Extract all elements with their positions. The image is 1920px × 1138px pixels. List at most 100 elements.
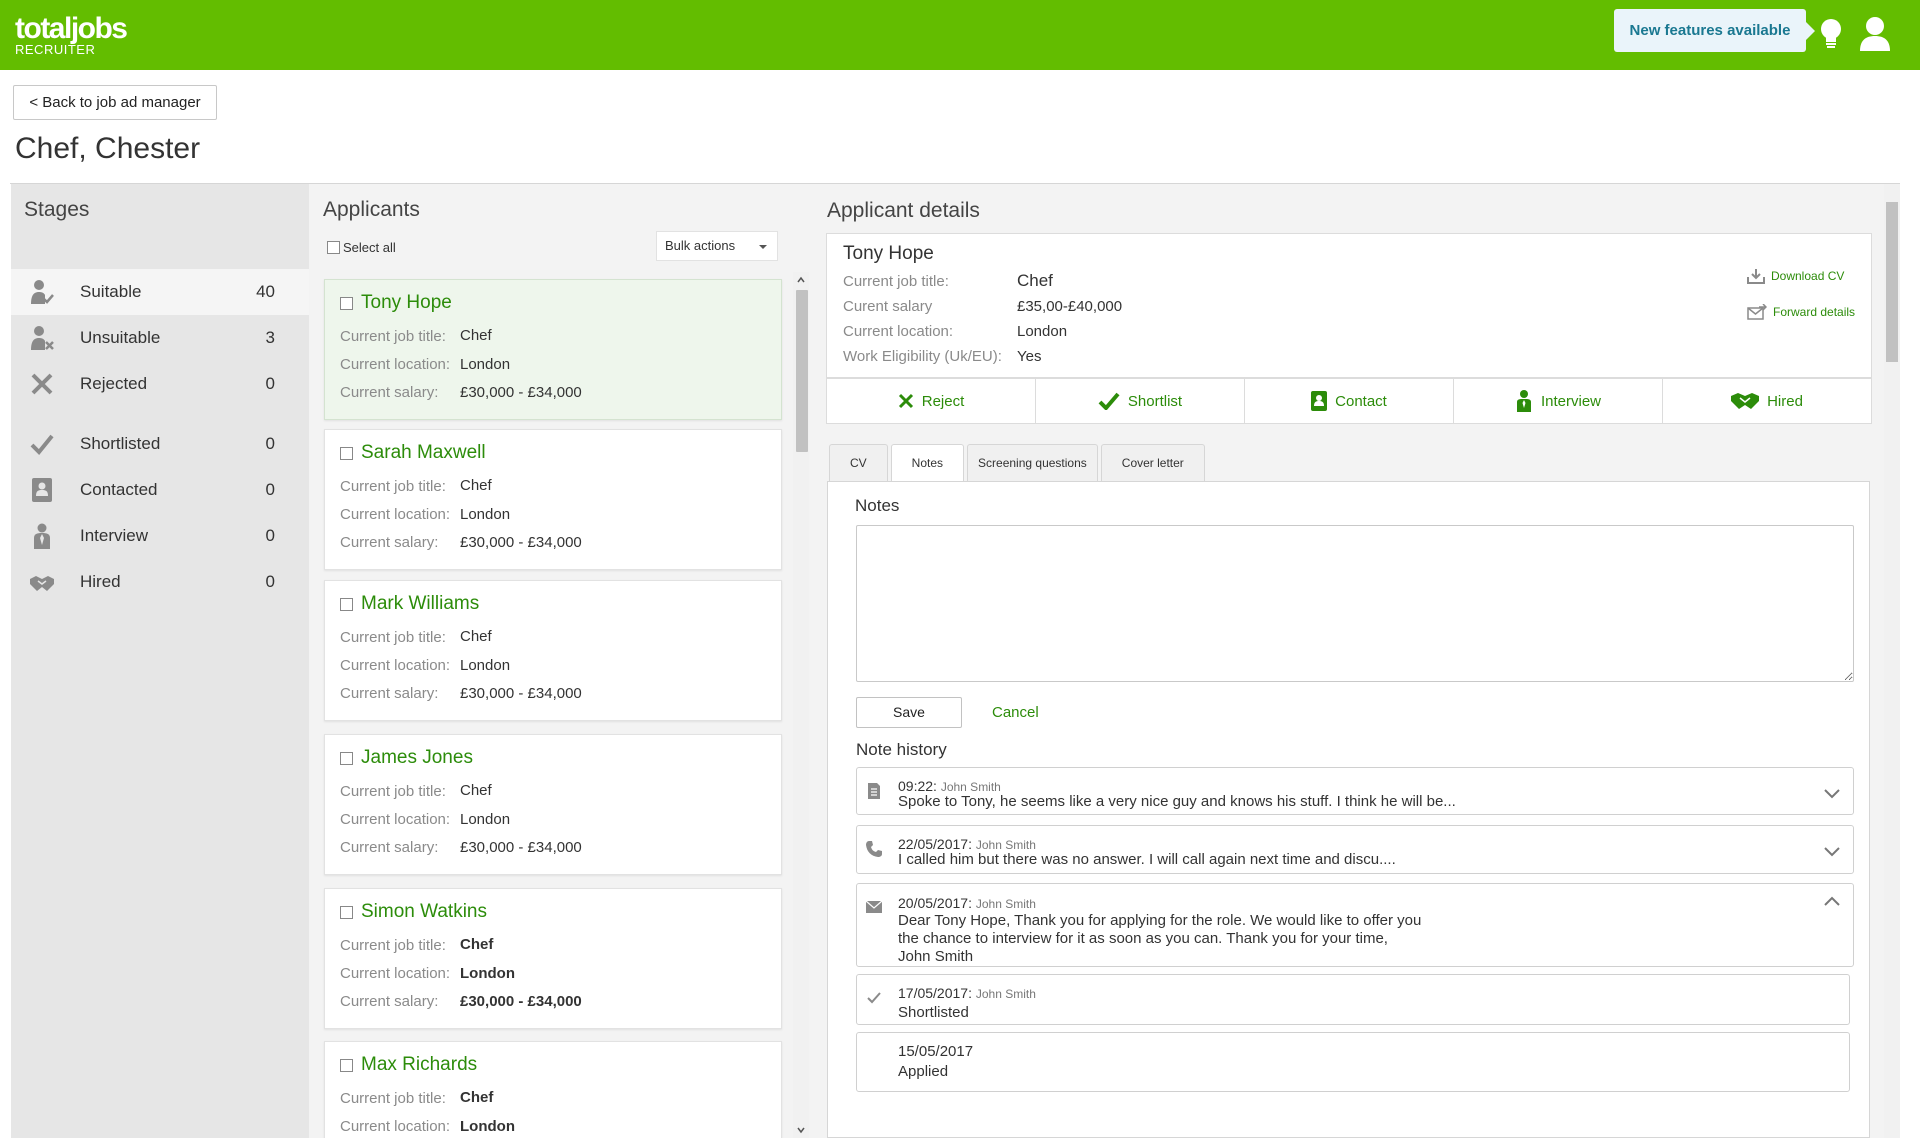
location-row: Current location: London — [340, 811, 510, 828]
applicant-name[interactable]: Mark Williams — [361, 593, 479, 615]
applicant-checkbox[interactable] — [340, 906, 353, 919]
detail-tabs: CV Notes Screening questions Cover lette… — [829, 444, 1208, 483]
shortlist-label: Shortlist — [1127, 392, 1183, 410]
note-line: John Smith — [898, 948, 974, 965]
tab-notes[interactable]: Notes — [890, 444, 965, 483]
bulk-actions-dropdown[interactable]: Bulk actions — [656, 231, 778, 261]
job-title-value: Chef — [460, 936, 494, 953]
applicant-checkbox[interactable] — [340, 297, 353, 310]
tab-screening-questions[interactable]: Screening questions — [967, 444, 1098, 482]
profile-row: Current job title: Chef — [843, 271, 1053, 290]
applicant-name[interactable]: Max Richards — [361, 1054, 477, 1076]
note-time: 22/05/2017: — [898, 836, 972, 852]
scroll-thumb[interactable] — [1886, 202, 1898, 362]
check-icon — [867, 992, 881, 1004]
applicant-card[interactable]: Simon Watkins Current job title: Chef Cur… — [324, 888, 782, 1029]
brand-logo[interactable]: totaljobs RECRUITER — [15, 14, 128, 57]
applicant-checkbox[interactable] — [340, 447, 353, 460]
hired-label: Hired — [1767, 392, 1803, 410]
select-all-checkbox[interactable]: Select all — [327, 240, 396, 255]
note-header: 09:22: John Smith — [898, 778, 1001, 794]
chevron-down-icon[interactable] — [1823, 787, 1841, 799]
job-title-label: Current job title: — [340, 937, 446, 954]
job-title-value: Chef — [460, 782, 492, 799]
applicant-name[interactable]: James Jones — [361, 747, 473, 769]
profile-value: Yes — [1017, 348, 1042, 365]
lightbulb-icon[interactable] — [1818, 17, 1844, 51]
applicant-name[interactable]: Tony Hope — [361, 292, 452, 314]
salary-row: Current salary: £30,000 - £34,000 — [340, 685, 582, 702]
details-scrollbar[interactable] — [1884, 184, 1900, 1138]
location-label: Current location: — [340, 811, 451, 828]
applicant-card[interactable]: James Jones Current job title: Chef Curre… — [324, 734, 782, 875]
stage-count: 0 — [265, 434, 275, 453]
profile-value: £35,00-£40,000 — [1017, 298, 1123, 315]
applicant-card[interactable]: Mark Williams Current job title: Chef Cur… — [324, 580, 782, 721]
contact-button[interactable]: Contact — [1245, 379, 1454, 423]
scroll-down-arrow-icon[interactable] — [796, 1125, 806, 1135]
note-author: John Smith — [975, 897, 1036, 911]
note-history-item[interactable]: 09:22: John Smith Spoke to Tony, he seem… — [856, 767, 1854, 815]
applicant-checkbox[interactable] — [340, 1059, 353, 1072]
download-cv-link[interactable]: Download CV — [1747, 268, 1844, 284]
stage-rejected[interactable]: Rejected 0 — [11, 361, 309, 407]
applicant-name[interactable]: Sarah Maxwell — [361, 442, 486, 464]
scroll-thumb[interactable] — [796, 290, 808, 452]
note-text: Shortlisted — [898, 1004, 969, 1021]
stage-count: 40 — [256, 282, 275, 301]
stage-hired[interactable]: Hired 0 — [11, 559, 309, 605]
note-line: Dear Tony Hope, Thank you for applying f… — [898, 912, 1422, 929]
cancel-note-link[interactable]: Cancel — [992, 704, 1039, 721]
job-title-value: Chef — [460, 628, 492, 645]
stage-count: 0 — [265, 480, 275, 499]
reject-button[interactable]: Reject — [827, 379, 1036, 423]
stage-contacted[interactable]: Contacted 0 — [11, 467, 309, 513]
applicant-card[interactable]: Tony Hope Current job title: Chef Current… — [324, 279, 782, 420]
profile-label: Curent salary — [843, 298, 933, 315]
applicant-name[interactable]: Simon Watkins — [361, 901, 487, 923]
tab-cv[interactable]: CV — [829, 444, 888, 482]
shortlist-button[interactable]: Shortlist — [1036, 379, 1245, 423]
salary-label: Current salary: — [340, 839, 439, 856]
note-line: the chance to interview for it as soon a… — [898, 930, 1388, 947]
checkbox[interactable] — [327, 241, 340, 254]
forward-details-link[interactable]: Forward details — [1747, 304, 1855, 320]
note-history-item-expanded[interactable]: 20/05/2017: John Smith Dear Tony Hope, T… — [856, 883, 1854, 967]
applicant-card[interactable]: Max Richards Current job title: Chef Curr… — [324, 1041, 782, 1138]
check-icon — [30, 434, 54, 455]
profile-row: Curent salary £35,00-£40,000 — [843, 298, 1122, 315]
user-account-icon[interactable] — [1858, 16, 1892, 52]
applicant-card[interactable]: Sarah Maxwell Current job title: Chef Cur… — [324, 429, 782, 570]
interview-label: Interview — [1540, 392, 1602, 410]
scroll-up-arrow-icon[interactable] — [796, 275, 806, 285]
tab-cover-letter[interactable]: Cover letter — [1100, 444, 1205, 482]
profile-label: Work Eligibility (Uk/EU): — [843, 348, 1002, 365]
stage-unsuitable[interactable]: Unsuitable 3 — [11, 315, 309, 361]
location-label: Current location: — [340, 506, 451, 523]
salary-label: Current salary: — [340, 534, 439, 551]
stage-shortlisted[interactable]: Shortlisted 0 — [11, 421, 309, 467]
salary-value: £30,000 - £34,000 — [460, 993, 582, 1010]
applicant-checkbox[interactable] — [340, 598, 353, 611]
note-history-item[interactable]: 15/05/2017 Applied — [856, 1032, 1850, 1092]
interview-person-icon — [34, 523, 50, 549]
stage-interview[interactable]: Interview 0 — [11, 513, 309, 559]
notes-textarea[interactable] — [856, 525, 1854, 682]
back-to-job-ad-manager-button[interactable]: < Back to job ad manager — [13, 85, 217, 120]
location-row: Current location: London — [340, 965, 515, 982]
chevron-down-icon[interactable] — [1823, 845, 1841, 857]
interview-button[interactable]: Interview — [1454, 379, 1663, 423]
applicant-checkbox[interactable] — [340, 752, 353, 765]
note-history-item[interactable]: 22/05/2017: John Smith I called him but … — [856, 825, 1854, 874]
applicants-scrollbar[interactable] — [793, 272, 809, 1138]
stage-suitable[interactable]: Suitable 40 — [11, 269, 309, 315]
chevron-up-icon[interactable] — [1823, 896, 1841, 908]
note-history-label: Note history — [856, 740, 947, 759]
note-history-item[interactable]: 17/05/2017: John Smith Shortlisted — [856, 974, 1850, 1025]
new-features-button[interactable]: New features available — [1614, 9, 1815, 52]
download-icon — [1747, 269, 1765, 284]
stage-label: Hired — [80, 572, 121, 591]
note-time: 17/05/2017: — [898, 985, 972, 1001]
hired-button[interactable]: Hired — [1663, 379, 1871, 423]
save-note-button[interactable]: Save — [856, 697, 962, 728]
